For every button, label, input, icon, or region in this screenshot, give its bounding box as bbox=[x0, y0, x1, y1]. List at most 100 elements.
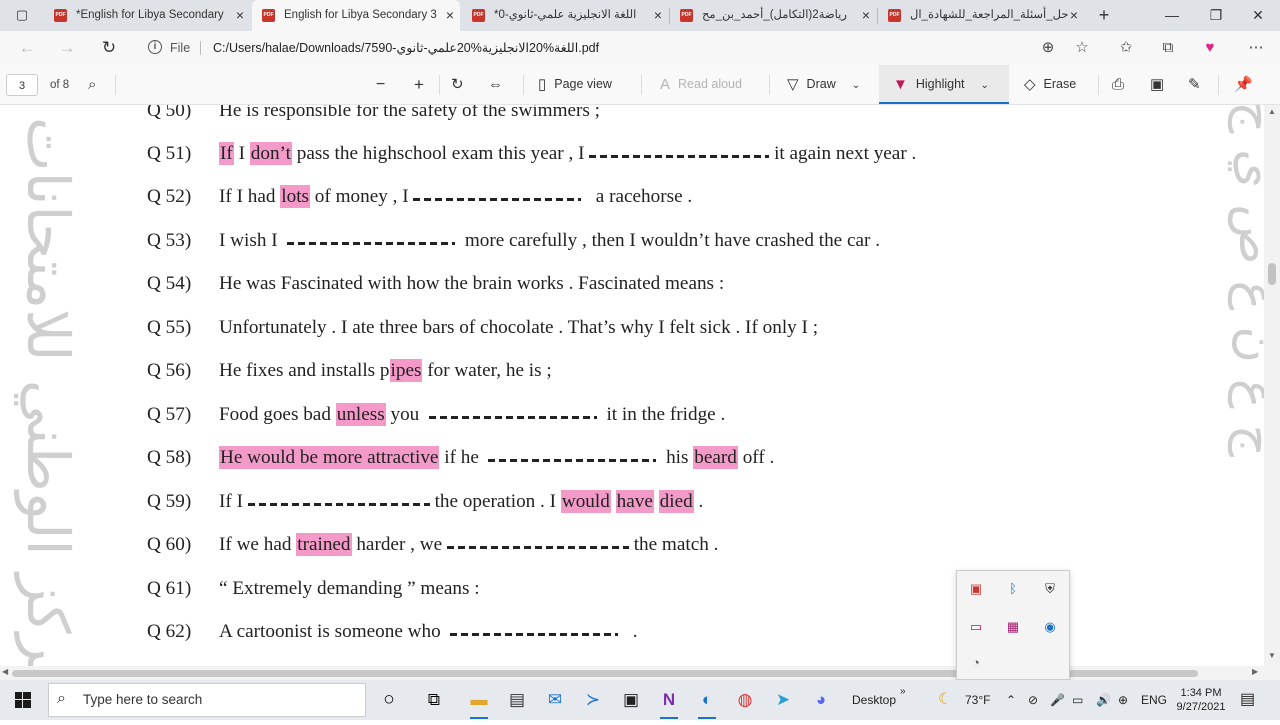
question-text: for water, he is ; bbox=[422, 360, 552, 381]
pin-toolbar-icon[interactable]: 📌 bbox=[1234, 65, 1253, 104]
back-icon[interactable]: ← bbox=[12, 31, 42, 65]
question-number: Q 54) bbox=[147, 273, 192, 294]
more-icon[interactable]: ⋯ bbox=[1242, 31, 1270, 65]
question-text: If we had bbox=[219, 534, 297, 555]
language-indicator[interactable]: ENG bbox=[1141, 680, 1167, 720]
answer-blank bbox=[450, 633, 619, 636]
volume-icon[interactable]: 🔊 bbox=[1096, 680, 1111, 720]
app-icon[interactable]: ▣ bbox=[964, 577, 988, 601]
vertical-scrollbar[interactable]: ▲ ▼ bbox=[1264, 105, 1280, 666]
app-icon[interactable]: ▦ bbox=[1001, 615, 1025, 639]
discord-icon[interactable]: ◕ bbox=[804, 684, 838, 716]
page-view-button[interactable]: ▯ Page view bbox=[538, 65, 612, 104]
page-number-input[interactable]: 3 bbox=[6, 74, 38, 96]
chevron-down-icon[interactable]: ⌄ bbox=[981, 80, 989, 91]
save-icon[interactable]: ▣ bbox=[1150, 65, 1164, 104]
onenote-icon[interactable]: N bbox=[652, 684, 686, 719]
app-icon[interactable]: ▣ bbox=[614, 684, 648, 716]
forward-icon[interactable]: → bbox=[52, 31, 82, 65]
add-favorite-icon[interactable]: ☆ bbox=[1068, 31, 1096, 65]
network-icon[interactable]: ▭ bbox=[1072, 680, 1083, 720]
close-icon[interactable]: × bbox=[236, 0, 244, 31]
tab-1[interactable]: *English for Libya Secondary × bbox=[44, 0, 250, 31]
question-text: of money , I bbox=[310, 186, 414, 207]
tab-title: *English for Libya Secondary bbox=[76, 9, 224, 21]
close-icon[interactable]: × bbox=[446, 0, 454, 31]
minimize-icon[interactable]: — bbox=[1150, 0, 1194, 31]
task-view-icon[interactable]: ⧉ bbox=[417, 684, 451, 716]
microphone-icon[interactable]: 🎤 bbox=[1050, 680, 1065, 720]
highlighted-text: ipes bbox=[389, 359, 423, 382]
app-icon[interactable]: ◉ bbox=[1038, 615, 1062, 639]
scroll-thumb[interactable] bbox=[1268, 263, 1276, 285]
tab-3[interactable]: *اللغة الانجليزية علمي-ثانوي-0 × bbox=[462, 0, 668, 31]
zoom-in-icon[interactable]: + bbox=[414, 65, 424, 104]
erase-button[interactable]: ◇ Erase bbox=[1024, 65, 1076, 104]
address-field[interactable]: i File C:/Users/halae/Downloads/7590-الل… bbox=[140, 35, 1100, 61]
horizontal-scrollbar[interactable]: ◀ ▶ bbox=[0, 666, 1280, 680]
zoom-out-icon[interactable]: − bbox=[376, 65, 385, 104]
question-text: you bbox=[385, 404, 429, 425]
question-text: his bbox=[656, 447, 694, 468]
clock[interactable]: 1:34 PM 9/27/2021 bbox=[1172, 686, 1230, 716]
collections-icon[interactable]: ⧉ bbox=[1154, 31, 1182, 65]
close-icon[interactable]: × bbox=[1070, 0, 1078, 31]
chevron-down-icon[interactable]: ⌄ bbox=[852, 80, 860, 91]
erase-label: Erase bbox=[1043, 77, 1077, 91]
tab-actions-icon[interactable]: ▢ bbox=[0, 0, 44, 31]
highlighted-text: If bbox=[219, 142, 234, 165]
book-icon: ▯ bbox=[538, 76, 547, 93]
mail-icon[interactable]: ✉ bbox=[538, 684, 572, 716]
restore-icon[interactable]: ❐ bbox=[1194, 0, 1238, 31]
question-text: I bbox=[233, 143, 250, 164]
chevron-icon[interactable]: » bbox=[900, 672, 906, 712]
highlight-button[interactable]: ▼ Highlight ⌄ bbox=[893, 65, 989, 104]
close-icon[interactable]: × bbox=[654, 0, 662, 31]
find-icon[interactable]: ⌕ bbox=[88, 65, 96, 104]
show-hidden-icons-icon[interactable]: ⌃ bbox=[1006, 680, 1016, 720]
app-icon[interactable]: ◔ bbox=[964, 651, 988, 675]
edge-icon[interactable]: ◐ bbox=[690, 684, 724, 719]
question-line: Q 50) He is responsible for the safety of… bbox=[147, 105, 600, 127]
taskbar: ⌕ Type here to search ○ ⧉ ▬ ▤ ✉ ≻ ▣ N ◐ … bbox=[0, 680, 1280, 720]
info-icon[interactable]: i bbox=[148, 40, 162, 54]
draw-button[interactable]: ▽ Draw ⌄ bbox=[787, 65, 860, 104]
windows-start-icon[interactable] bbox=[0, 680, 46, 720]
fit-page-icon[interactable]: ⇔ bbox=[488, 65, 503, 104]
question-number: Q 60) bbox=[147, 534, 192, 555]
favorites-icon[interactable]: ✩ bbox=[1112, 31, 1140, 65]
new-tab-button[interactable]: + bbox=[1082, 0, 1126, 31]
zoom-icon[interactable]: ⊕ bbox=[1034, 31, 1062, 65]
notifications-icon[interactable]: ▤ bbox=[1240, 680, 1255, 720]
temperature[interactable]: 73°F bbox=[965, 680, 990, 720]
tab-2[interactable]: English for Libya Secondary 3 × bbox=[252, 0, 460, 31]
read-aloud-button[interactable]: A Read aloud bbox=[660, 65, 742, 104]
store-icon[interactable]: ▤ bbox=[500, 684, 534, 716]
bluetooth-icon[interactable]: ᛒ bbox=[1001, 577, 1025, 601]
rotate-icon[interactable]: ↻ bbox=[451, 65, 464, 104]
close-icon[interactable]: × bbox=[862, 0, 870, 31]
telegram-icon[interactable]: ➤ bbox=[766, 684, 800, 716]
save-as-icon[interactable]: ✎ bbox=[1188, 65, 1201, 104]
watermark-right: ج ع ن ع ص ي ج bbox=[1228, 105, 1264, 457]
address-url: C:/Users/halae/Downloads/7590-اللغة%20ال… bbox=[213, 41, 600, 55]
cortana-icon[interactable]: ○ bbox=[372, 684, 406, 716]
question-number: Q 55) bbox=[147, 317, 192, 338]
globe-icon[interactable]: ⊕ bbox=[1118, 680, 1128, 720]
app-icon[interactable]: ▭ bbox=[964, 615, 988, 639]
taskbar-search[interactable]: ⌕ Type here to search bbox=[48, 683, 366, 717]
tab-5[interactable]: حل_أسئلة_المراجعة_للشهادة_ال × bbox=[878, 0, 1084, 31]
desktop-toolbar[interactable]: Desktop bbox=[852, 680, 896, 720]
question-text bbox=[611, 491, 616, 512]
file-explorer-icon[interactable]: ▬ bbox=[462, 684, 496, 719]
print-icon[interactable]: ⎙ bbox=[1112, 65, 1124, 104]
tray-icon[interactable]: ⊘ bbox=[1028, 680, 1038, 720]
pdf-icon bbox=[888, 9, 901, 22]
refresh-icon[interactable]: ↻ bbox=[94, 31, 124, 65]
vscode-icon[interactable]: ≻ bbox=[576, 684, 610, 716]
shield-icon[interactable]: ⛨ bbox=[1038, 577, 1062, 601]
profile-icon[interactable]: ♥ bbox=[1196, 31, 1224, 65]
close-window-icon[interactable]: ✕ bbox=[1236, 0, 1280, 31]
tab-4[interactable]: رياضة2(التكامل)_أحمد_بن_مح × bbox=[670, 0, 876, 31]
chrome-icon[interactable]: ◍ bbox=[728, 684, 762, 716]
